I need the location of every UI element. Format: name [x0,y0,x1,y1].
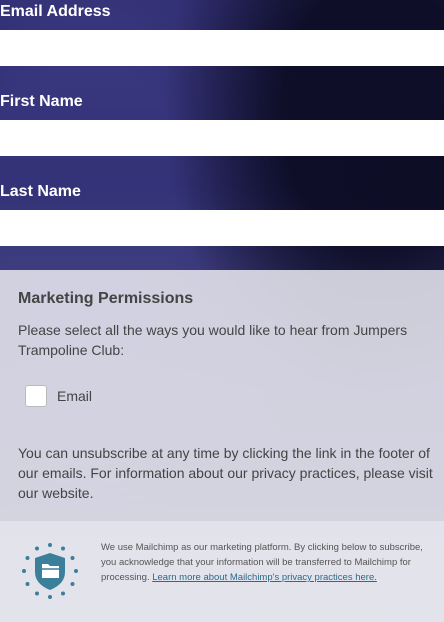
mailchimp-gdpr-shield-icon [22,543,78,599]
email-field[interactable] [0,30,444,66]
email-permission-option[interactable]: Email [25,385,92,407]
marketing-permissions-title: Marketing Permissions [18,290,194,307]
mailchimp-footer: We use Mailchimp as our marketing platfo… [0,521,444,622]
marketing-permissions-description: Please select all the ways you would lik… [18,322,408,358]
unsubscribe-notice: You can unsubscribe at any time by click… [18,445,433,501]
mailchimp-disclaimer: We use Mailchimp as our marketing platfo… [101,540,426,585]
last-name-field[interactable] [0,210,444,246]
email-permission-checkbox[interactable] [25,385,47,407]
marketing-permissions-panel: Marketing Permissions Please select all … [0,270,444,521]
last-name-label: Last Name [0,183,81,200]
mailchimp-privacy-link[interactable]: Learn more about Mailchimp's privacy pra… [152,572,377,583]
email-permission-label[interactable]: Email [57,388,92,404]
email-label: Email Address [0,3,111,20]
first-name-field[interactable] [0,120,444,156]
first-name-label: First Name [0,93,83,110]
